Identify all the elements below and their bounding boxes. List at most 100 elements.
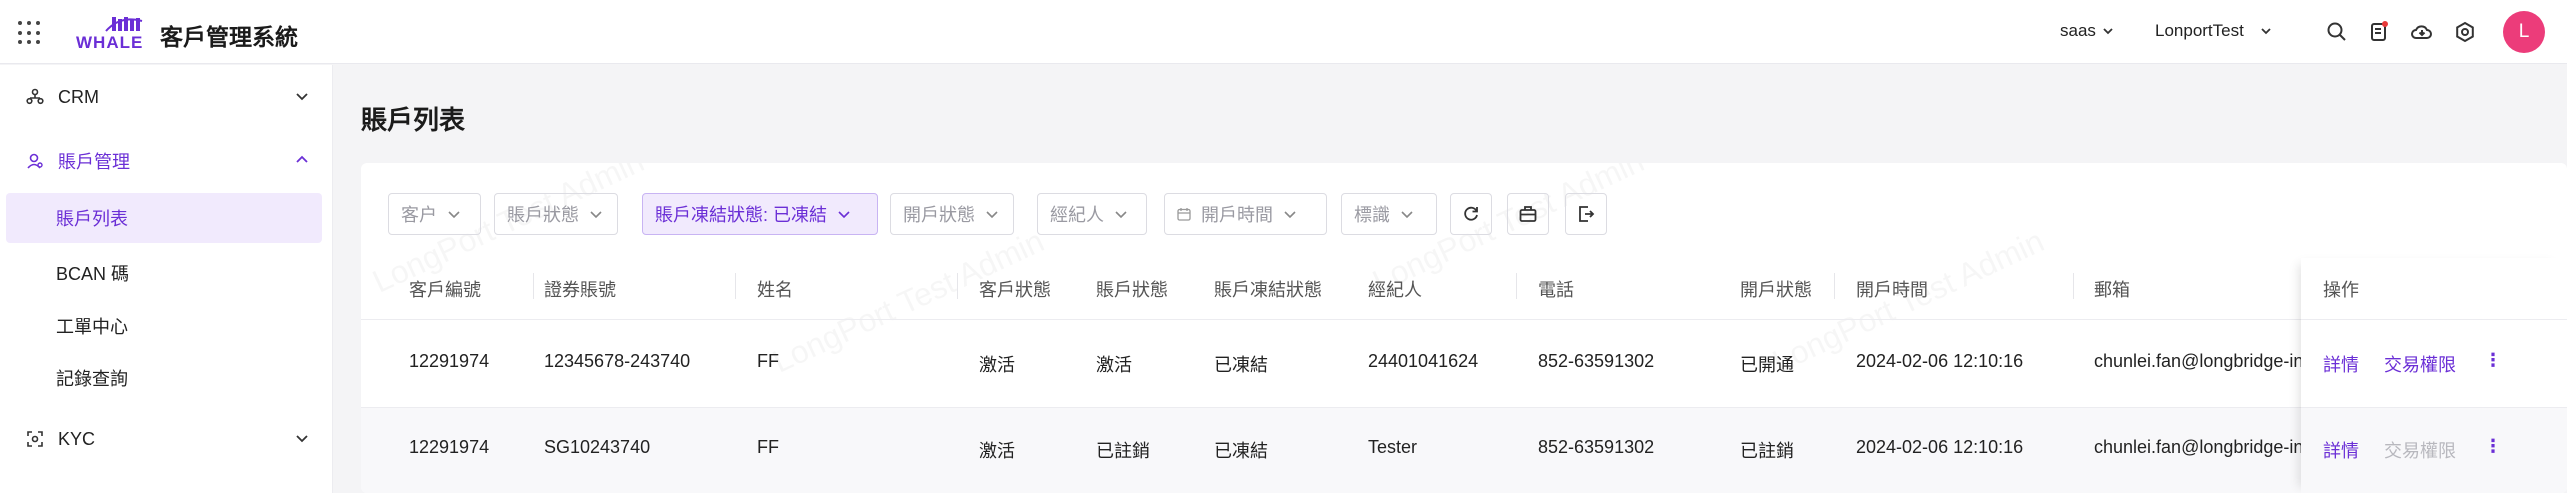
header-divider — [361, 319, 2567, 320]
export-button[interactable] — [1565, 193, 1607, 235]
filter-broker[interactable]: 經紀人 — [1037, 193, 1147, 235]
cell-phone: 852-63591302 — [1538, 437, 1655, 457]
chevron-down-icon — [296, 435, 308, 443]
cell-customer-status: 激活 — [979, 441, 1015, 461]
th-freeze-status: 賬戶凍結狀態 — [1214, 280, 1322, 300]
cell-broker: 24401041624 — [1368, 351, 1479, 371]
filter-label: 客户 — [401, 205, 437, 225]
user-avatar[interactable]: L — [2503, 11, 2545, 53]
th-account-status: 賬戶狀態 — [1096, 280, 1168, 300]
chevron-down-icon — [448, 211, 460, 219]
chevron-up-icon — [296, 155, 308, 163]
top-bar: WHALE 客戶管理系統 saas LonportTest L — [0, 0, 2567, 64]
org-select-value: LonportTest — [2155, 21, 2244, 40]
sidebar-item-ticket-center[interactable]: 工單中心 — [6, 301, 322, 351]
filter-open-status[interactable]: 開戶狀態 — [890, 193, 1014, 235]
filter-open-time[interactable]: 開戶時間 — [1164, 193, 1327, 235]
sidebar-item-label: 記錄查詢 — [56, 369, 128, 389]
chevron-down-icon — [1284, 211, 1296, 219]
notification-doc-icon[interactable] — [2367, 20, 2391, 44]
cloud-download-icon[interactable] — [2410, 20, 2434, 44]
env-select-value: saas — [2060, 21, 2096, 40]
cell-customer-status: 激活 — [979, 355, 1015, 375]
detail-link[interactable]: 詳情 — [2323, 351, 2359, 377]
env-select[interactable]: saas — [2060, 21, 2114, 41]
th-customer-id: 客戶編號 — [409, 280, 481, 300]
column-divider — [957, 273, 958, 299]
org-select[interactable]: LonportTest — [2155, 21, 2272, 41]
filter-label: 經紀人 — [1050, 205, 1104, 225]
cell-customer-id: 12291974 — [409, 437, 490, 457]
chevron-down-icon — [2261, 28, 2271, 35]
logo-text: WHALE — [76, 33, 144, 52]
header-divider — [2301, 319, 2567, 320]
refresh-icon — [1464, 206, 1478, 221]
cell-name: FF — [757, 351, 779, 371]
refresh-button[interactable] — [1450, 193, 1492, 235]
chevron-down-icon — [590, 211, 602, 219]
sidebar-item-label: BCAN 碼 — [56, 264, 130, 284]
more-actions-icon[interactable]: ⋮ — [2484, 350, 2502, 371]
th-open-status: 開戶狀態 — [1740, 280, 1812, 300]
cell-phone: 852-63591302 — [1538, 351, 1655, 371]
sidebar-group-crm[interactable]: CRM — [0, 71, 333, 123]
app-launcher-icon[interactable] — [18, 21, 42, 45]
th-actions: 操作 — [2323, 280, 2359, 300]
sidebar-item-account-list[interactable]: 賬戶列表 — [6, 193, 322, 243]
th-open-time: 開戶時間 — [1856, 280, 1928, 300]
column-divider — [735, 273, 736, 299]
cell-account-status: 激活 — [1096, 355, 1132, 375]
cell-account-status: 已註銷 — [1096, 441, 1150, 461]
cell-broker: Tester — [1368, 437, 1418, 457]
cell-email: chunlei.fan@longbridge-inc.com — [2094, 351, 2304, 371]
cell-freeze-status: 已凍結 — [1214, 441, 1268, 461]
filter-label: 標識 — [1354, 205, 1390, 225]
cell-customer-id: 12291974 — [409, 351, 490, 371]
cell-freeze-status: 已凍結 — [1214, 355, 1268, 375]
sidebar-item-label: 工單中心 — [56, 317, 128, 337]
sidebar-group-label: CRM — [58, 86, 99, 107]
app-title: 客戶管理系統 — [160, 24, 298, 50]
sidebar-group-account-management[interactable]: 賬戶管理 — [0, 135, 333, 187]
filter-label: 開戶狀態 — [903, 205, 975, 225]
filter-tag[interactable]: 標識 — [1341, 193, 1437, 235]
cell-securities-account: 12345678-243740 — [544, 351, 691, 371]
cell-open-time: 2024-02-06 12:10:16 — [1856, 351, 2024, 371]
th-name: 姓名 — [757, 280, 793, 300]
chevron-down-icon — [986, 211, 998, 219]
search-icon[interactable] — [2325, 20, 2349, 44]
filter-label: 開戶時間 — [1201, 205, 1273, 225]
detail-link[interactable]: 詳情 — [2323, 437, 2359, 463]
th-customer-status: 客戶狀態 — [979, 280, 1051, 300]
column-divider — [1834, 273, 1835, 299]
calendar-icon — [1177, 208, 1191, 221]
scan-icon — [27, 431, 43, 447]
filter-label: 賬戶狀態 — [507, 205, 579, 225]
chevron-down-icon — [1401, 211, 1413, 219]
sidebar-item-bcan[interactable]: BCAN 碼 — [6, 248, 322, 298]
sidebar-group-label: KYC — [58, 428, 96, 449]
crm-org-icon — [26, 88, 44, 105]
filter-customer[interactable]: 客户 — [388, 193, 481, 235]
th-email: 郵箱 — [2094, 280, 2130, 300]
cell-email: chunlei.fan@longbridge-inc.com — [2094, 437, 2304, 457]
settings-icon[interactable] — [2453, 20, 2477, 44]
cell-open-time: 2024-02-06 12:10:16 — [1856, 437, 2024, 457]
sidebar-item-label: 賬戶列表 — [56, 209, 128, 229]
column-divider — [533, 273, 534, 299]
cell-name: FF — [757, 437, 779, 457]
sidebar-group-kyc[interactable]: KYC — [0, 413, 333, 465]
trade-permission-link: 交易權限 — [2384, 441, 2456, 461]
column-settings-button[interactable] — [1507, 193, 1549, 235]
th-broker: 經紀人 — [1368, 280, 1422, 300]
sidebar-group-label: 賬戶管理 — [58, 152, 130, 172]
chevron-down-icon — [296, 93, 308, 101]
filter-freeze-status[interactable]: 賬戶凍結狀態: 已凍結 — [642, 193, 878, 235]
more-actions-icon[interactable]: ⋮ — [2484, 436, 2502, 457]
chevron-down-icon — [838, 211, 850, 219]
filter-account-status[interactable]: 賬戶狀態 — [494, 193, 618, 235]
trade-permission-link[interactable]: 交易權限 — [2384, 351, 2456, 377]
page-title: 賬戶列表 — [361, 105, 466, 135]
cell-securities-account: SG10243740 — [544, 437, 651, 457]
sidebar-item-record-query[interactable]: 記錄查詢 — [6, 353, 322, 403]
